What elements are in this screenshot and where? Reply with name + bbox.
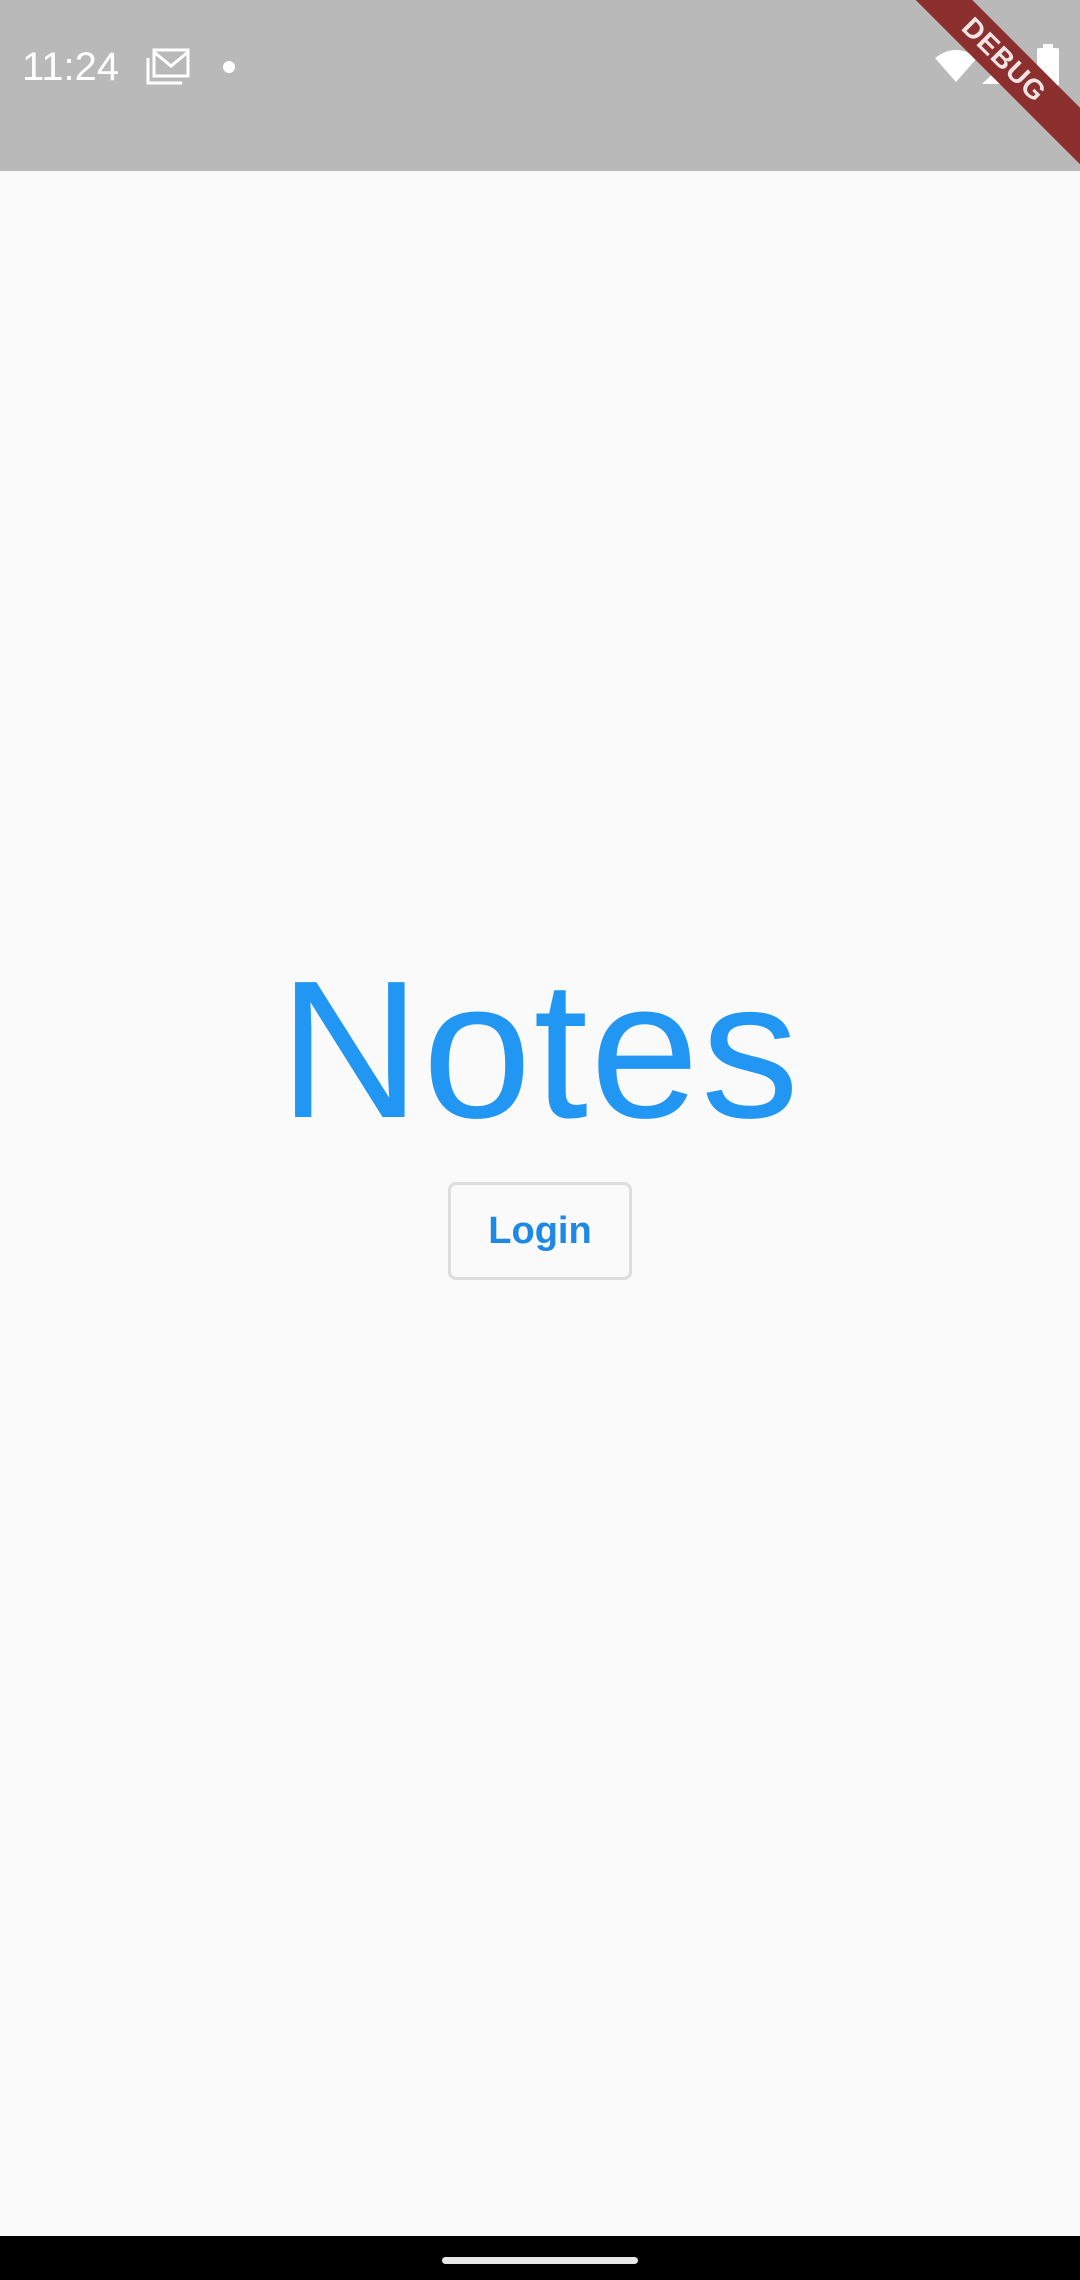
wifi-icon [935,50,977,82]
status-time: 11:24 [22,45,120,89]
home-indicator[interactable] [442,2257,638,2264]
login-panel: Notes Login [0,940,1080,1280]
notification-dot-icon [223,61,235,73]
app-title: Notes [278,940,801,1159]
status-bar: 11:24 [0,0,1080,171]
app-screen: 11:24 DEBUG Notes Login [0,0,1080,2280]
cellular-signal-icon [982,50,1018,84]
mail-icon [146,48,190,85]
battery-icon [1037,44,1059,86]
login-button[interactable]: Login [448,1182,632,1280]
